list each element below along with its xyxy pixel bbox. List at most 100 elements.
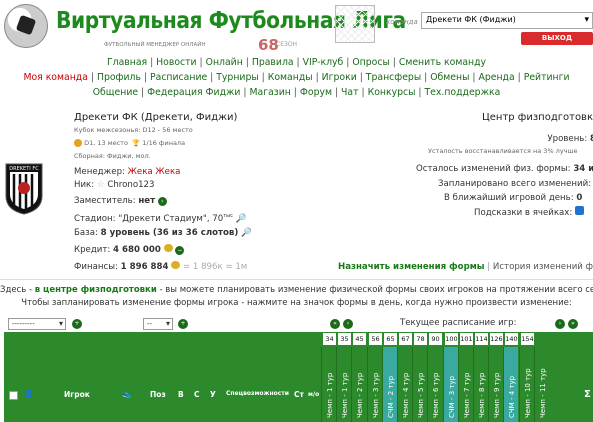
- col-age[interactable]: В: [178, 390, 184, 399]
- menu-item[interactable]: Магазин: [249, 87, 290, 98]
- schedule-label: Текущее расписание игр:: [400, 318, 517, 328]
- menu-item[interactable]: Правила: [252, 57, 294, 68]
- col-mo[interactable]: м/о: [308, 391, 319, 398]
- day-column[interactable]: Чемп - 2 тур: [351, 347, 366, 422]
- col-strength[interactable]: С: [194, 390, 200, 399]
- deputy-go-icon[interactable]: ›: [157, 197, 167, 206]
- deputy-value: нет: [138, 196, 156, 206]
- menu-sep: |: [242, 57, 252, 68]
- hints-checkbox[interactable]: [575, 206, 585, 215]
- day-game-label: Чемп - 5 тур: [417, 372, 425, 418]
- menu-item[interactable]: Опросы: [352, 57, 389, 68]
- day-number: 126: [489, 332, 504, 346]
- day-column[interactable]: Чемп - 11 тур: [534, 347, 549, 422]
- menu-item[interactable]: Моя команда: [23, 72, 87, 83]
- team-league[interactable]: D1, 13 место: [84, 139, 128, 147]
- day-column[interactable]: Чемп - 10 тур: [519, 347, 534, 422]
- menu-item[interactable]: Чат: [341, 87, 359, 98]
- menu-item[interactable]: Профиль: [97, 72, 141, 83]
- player-filter-select[interactable]: ---------: [8, 318, 66, 330]
- menu-item[interactable]: Онлайн: [206, 57, 243, 68]
- menu-item[interactable]: Турниры: [216, 72, 258, 83]
- schedule-next-icon[interactable]: ›: [555, 319, 565, 329]
- deputy-row: Заместитель: нет ›: [74, 196, 167, 206]
- menu-item[interactable]: Федерация Фиджи: [147, 87, 240, 98]
- menu-item[interactable]: Команды: [268, 72, 313, 83]
- menu-item[interactable]: Главная: [107, 57, 147, 68]
- day-column[interactable]: СЧМ - 4 тур: [503, 347, 518, 422]
- add-filter-icon[interactable]: +: [72, 319, 82, 329]
- base-search-icon[interactable]: 🔎: [241, 228, 252, 238]
- menu-item[interactable]: Расписание: [150, 72, 207, 83]
- day-number: 34: [322, 332, 337, 346]
- schedule-prev-icon[interactable]: ‹: [343, 319, 353, 329]
- menu-sep: |: [332, 87, 342, 98]
- search-icon[interactable]: 🔎: [236, 214, 247, 224]
- menu-item[interactable]: VIP-клуб: [303, 57, 344, 68]
- menu-sep: |: [389, 57, 399, 68]
- day-game-label: Чемп - 9 тур: [493, 372, 501, 418]
- schedule-last-icon[interactable]: »: [568, 319, 578, 329]
- menu-item[interactable]: Тех.поддержка: [424, 87, 500, 98]
- day-column[interactable]: Чемп - 8 тур: [473, 347, 488, 422]
- day-column[interactable]: Чемп - 4 тур: [397, 347, 412, 422]
- menu-item[interactable]: Трансферы: [366, 72, 421, 83]
- col-st[interactable]: Ст: [294, 390, 304, 399]
- position-filter-select[interactable]: --: [143, 318, 173, 330]
- day-column[interactable]: Чемп - 6 тур: [427, 347, 442, 422]
- menu-item[interactable]: Игроки: [322, 72, 357, 83]
- tab-assign-changes[interactable]: Назначить изменения формы: [338, 262, 485, 272]
- schedule-first-icon[interactable]: «: [330, 319, 340, 329]
- day-column[interactable]: Чемп - 3 тур: [367, 347, 382, 422]
- menu-item[interactable]: Сменить команду: [399, 57, 486, 68]
- day-number: 56: [368, 332, 383, 346]
- nick-row: Ник: ☆ Chrono123: [74, 180, 155, 190]
- menu-sep: |: [343, 57, 353, 68]
- menu-item[interactable]: Обмены: [430, 72, 469, 83]
- menu-item[interactable]: Новости: [156, 57, 196, 68]
- day-number: 101: [459, 332, 474, 346]
- day-number: 78: [413, 332, 428, 346]
- day-column[interactable]: Чемп - 5 тур: [412, 347, 427, 422]
- col-position[interactable]: Поз: [150, 390, 166, 399]
- day-game-label: Чемп - 1 тур: [341, 372, 349, 418]
- menu-item[interactable]: Рейтинги: [524, 72, 570, 83]
- tab-history[interactable]: История изменений формы: [493, 262, 593, 272]
- boot-icon: 👟: [122, 389, 132, 398]
- menu-item[interactable]: Общение: [93, 87, 138, 98]
- day-number: 114: [474, 332, 489, 346]
- nick-value[interactable]: Chrono123: [107, 180, 154, 190]
- day-column[interactable]: Чемп - 9 тур: [488, 347, 503, 422]
- team-select-label: команда: [386, 18, 418, 26]
- col-fatigue[interactable]: У: [210, 390, 216, 399]
- team-cup-info[interactable]: Кубок межсезонья: D12 - 56 место: [74, 126, 193, 134]
- day-column[interactable]: Чемп - 1 тур: [336, 347, 351, 422]
- col-player[interactable]: Игрок: [64, 390, 90, 399]
- medal-icon: [74, 139, 82, 147]
- day-column[interactable]: СЧМ - 2 тур: [382, 347, 397, 422]
- site-logo-ball[interactable]: [4, 4, 48, 48]
- col-special[interactable]: Спецвозможности: [226, 390, 289, 397]
- menu-item[interactable]: Конкурсы: [368, 87, 416, 98]
- menu-item[interactable]: Форум: [300, 87, 332, 98]
- team-select[interactable]: Дрекети ФК (Фиджи): [421, 12, 593, 29]
- day-column[interactable]: Чемп - 1 тур: [321, 347, 336, 422]
- team-cup-stage[interactable]: 1/16 финала: [142, 139, 185, 147]
- trophy-icon: 🏆: [132, 139, 141, 147]
- coin-icon-2: [171, 261, 181, 269]
- menu-item[interactable]: Аренда: [478, 72, 514, 83]
- manager-link[interactable]: Жека Жека: [128, 167, 181, 177]
- day-number: 154: [520, 332, 535, 346]
- select-all-checkbox[interactable]: [9, 391, 18, 400]
- stadium-row: Стадион: "Дрекети Стадиум", 70тыс 🔎: [74, 213, 247, 224]
- day-column[interactable]: Чемп - 7 тур: [458, 347, 473, 422]
- credit-minus-icon[interactable]: −: [175, 246, 185, 255]
- exit-button[interactable]: ВЫХОД: [521, 32, 593, 45]
- day-number: 140: [504, 332, 519, 346]
- position-filter-icon[interactable]: +: [178, 319, 188, 329]
- day-game-label: Чемп - 6 тур: [432, 372, 440, 418]
- day-column[interactable]: СЧМ - 3 тур: [443, 347, 458, 422]
- finance-row: Финансы: 1 896 884 = 1 896к = 1м: [74, 261, 248, 272]
- menu-sep: |: [290, 87, 300, 98]
- stadium-value[interactable]: "Дрекети Стадиум", 70: [118, 214, 223, 224]
